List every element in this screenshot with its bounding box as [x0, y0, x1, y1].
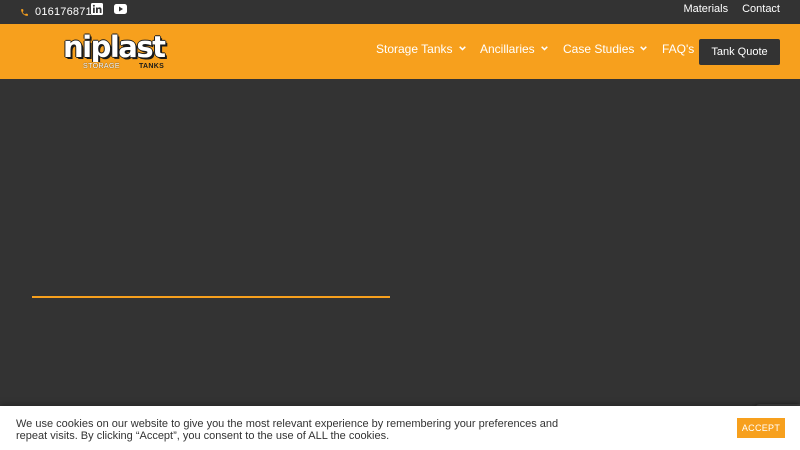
linkedin-link[interactable]	[91, 3, 103, 15]
nav-item-storage-tanks[interactable]: Storage Tanks	[376, 24, 466, 73]
nav-label: Storage Tanks	[376, 41, 453, 56]
accept-cookies-button[interactable]: ACCEPT	[737, 418, 785, 438]
logo-subtitle-bold: TANKS	[139, 63, 165, 70]
top-links: Materials Contact	[683, 3, 780, 15]
top-bar: 01617687118 Materials Contact	[0, 0, 800, 24]
nav-link-case-studies[interactable]: Case Studies	[563, 41, 648, 56]
chevron-down-icon	[640, 46, 648, 51]
phone-icon	[21, 8, 28, 16]
logo-wordmark: niplast	[63, 30, 166, 64]
nav-item-faqs[interactable]: FAQ's	[662, 24, 694, 73]
materials-link[interactable]: Materials	[683, 3, 728, 15]
niplast-logo[interactable]: niplast STORAGE TANKS	[63, 30, 169, 70]
nav-link-storage-tanks[interactable]: Storage Tanks	[376, 42, 466, 56]
contact-link[interactable]: Contact	[742, 3, 780, 15]
tank-quote-button[interactable]: Tank Quote	[699, 39, 780, 65]
hero-accent-line	[32, 296, 390, 298]
cookie-banner: We use cookies on our website to give yo…	[0, 406, 800, 450]
chevron-down-icon	[540, 46, 548, 51]
nav-label: FAQ's	[662, 41, 695, 56]
chevron-down-icon	[458, 46, 466, 51]
nav-item-ancillaries[interactable]: Ancillaries	[480, 24, 548, 73]
nav-link-faqs[interactable]: FAQ's	[662, 42, 694, 56]
youtube-link[interactable]	[114, 3, 127, 15]
nav-link-ancillaries[interactable]: Ancillaries	[480, 42, 548, 56]
cookie-message: We use cookies on our website to give yo…	[16, 418, 559, 442]
nav-label: Ancillaries	[480, 41, 535, 56]
youtube-icon	[114, 4, 127, 14]
linkedin-icon	[91, 3, 103, 15]
logo-subtitle: STORAGE	[83, 63, 120, 70]
main-nav: niplast STORAGE TANKS Storage Tanks Anci…	[0, 24, 800, 79]
nav-label: Case Studies	[563, 41, 635, 56]
nav-item-case-studies[interactable]: Case Studies	[563, 24, 648, 73]
